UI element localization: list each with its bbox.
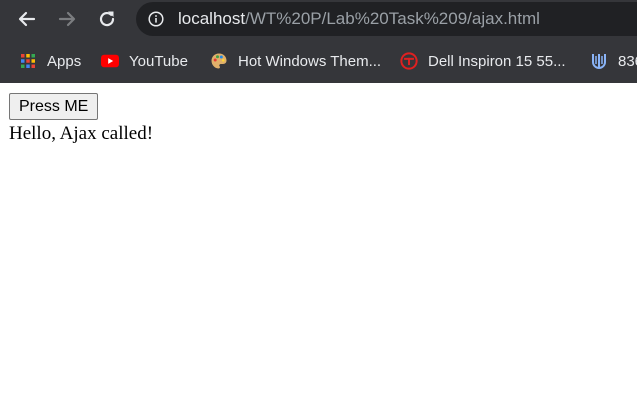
bookmark-dell-inspiron[interactable]: Dell Inspiron 15 55... <box>400 50 566 72</box>
bookmark-label: Apps <box>47 52 82 70</box>
palette-icon <box>210 52 228 70</box>
url-text: localhost/WT%20P/Lab%20Task%209/ajax.htm… <box>178 9 540 29</box>
bookmark-label: 836 <box>618 52 637 70</box>
bookmark-label: YouTube <box>129 52 188 70</box>
press-me-button[interactable]: Press ME <box>9 93 99 120</box>
dell-icon <box>400 52 418 70</box>
bookmark-youtube[interactable]: YouTube <box>101 50 188 72</box>
url-host: localhost <box>178 9 246 28</box>
apps-grid-icon <box>19 52 37 70</box>
back-arrow-icon <box>18 11 36 27</box>
bookmark-apps[interactable]: Apps <box>19 50 81 72</box>
bookmark-label: Hot Windows Them... <box>238 52 382 70</box>
bookmarks-bar: Apps YouTube Hot Windows Them... Dell In… <box>0 40 637 83</box>
reload-icon <box>99 11 115 27</box>
ajax-result-text: Hello, Ajax called! <box>9 123 154 144</box>
url-path: /WT%20P/Lab%20Task%209/ajax.html <box>245 9 540 28</box>
browser-chrome: localhost/WT%20P/Lab%20Task%209/ajax.htm… <box>0 0 637 83</box>
bookmark-836[interactable]: 836 <box>590 50 637 72</box>
reload-button[interactable] <box>93 5 121 33</box>
back-button[interactable] <box>13 5 41 33</box>
bookmark-label: Dell Inspiron 15 55... <box>428 52 566 70</box>
trident-icon <box>590 52 608 70</box>
forward-button[interactable] <box>53 5 81 33</box>
browser-toolbar: localhost/WT%20P/Lab%20Task%209/ajax.htm… <box>0 0 637 40</box>
youtube-icon <box>101 52 119 70</box>
forward-arrow-icon <box>58 11 76 27</box>
bookmark-hot-windows-themes[interactable]: Hot Windows Them... <box>210 50 381 72</box>
page-content: Press ME Hello, Ajax called! <box>0 83 637 416</box>
address-bar[interactable]: localhost/WT%20P/Lab%20Task%209/ajax.htm… <box>136 2 637 36</box>
info-icon[interactable] <box>148 11 164 27</box>
